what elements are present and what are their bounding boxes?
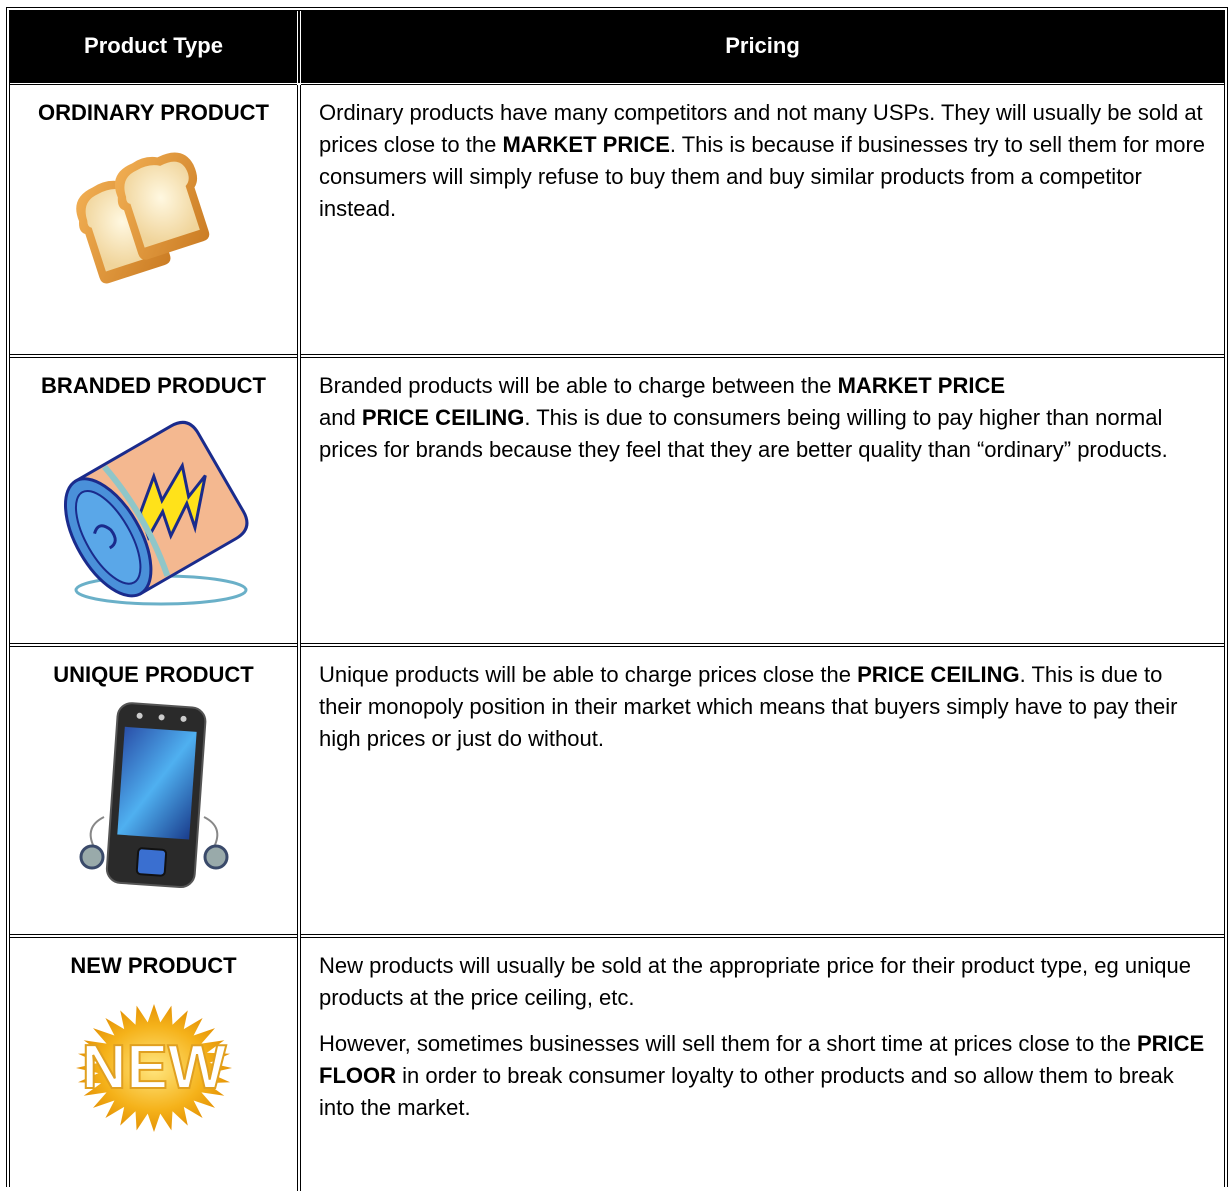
product-type-cell: BRANDED PRODUCT bbox=[10, 354, 301, 645]
pricing-paragraph: Unique products will be able to charge p… bbox=[319, 659, 1206, 755]
product-type-cell: ORDINARY PRODUCT bbox=[10, 81, 301, 356]
pricing-paragraph: However, sometimes businesses will sell … bbox=[319, 1028, 1206, 1124]
energy-can-icon bbox=[63, 420, 248, 606]
bread-icon bbox=[75, 152, 209, 284]
header-pricing: Pricing bbox=[299, 11, 1224, 83]
table-row: BRANDED PRODUCT Branded products will be… bbox=[10, 354, 1224, 645]
bold-term: MARKET PRICE bbox=[502, 132, 670, 157]
bold-term: MARKET PRICE bbox=[837, 373, 1006, 398]
text-span: and bbox=[319, 405, 362, 430]
header-product-type: Product Type bbox=[10, 11, 301, 83]
bold-term: PRICE CEILING bbox=[857, 662, 1020, 687]
pricing-paragraph: New products will usually be sold at the… bbox=[319, 953, 1191, 1010]
table-header-row: Product Type Pricing bbox=[10, 11, 1224, 83]
table-row: UNIQUE PRODUCT Unique products will be a… bbox=[10, 643, 1224, 936]
pricing-table-container: Product Type Pricing ORDINARY PRODUCT Or… bbox=[6, 7, 1228, 1191]
product-type-cell: NEW PRODUCT NEW bbox=[10, 934, 301, 1191]
table-row: ORDINARY PRODUCT Ordinary products have … bbox=[10, 81, 1224, 356]
pricing-paragraph: Branded products will be able to charge … bbox=[319, 370, 1206, 466]
product-type-cell: UNIQUE PRODUCT bbox=[10, 643, 301, 936]
svg-text:NEW: NEW bbox=[81, 1033, 226, 1102]
pricing-description: Ordinary products have many competitors … bbox=[299, 81, 1224, 356]
smartphone-icon bbox=[79, 702, 228, 889]
product-type-name: UNIQUE PRODUCT bbox=[53, 662, 254, 687]
table-row: NEW PRODUCT NEW New products will usuall… bbox=[10, 934, 1224, 1191]
new-starburst-icon: NEW bbox=[75, 1004, 232, 1132]
product-type-name: ORDINARY PRODUCT bbox=[37, 100, 269, 125]
pricing-paragraph: Ordinary products have many competitors … bbox=[319, 97, 1206, 225]
pricing-description: Branded products will be able to charge … bbox=[299, 354, 1224, 645]
text-span: However, sometimes businesses will sell … bbox=[319, 1031, 1137, 1056]
text-span: in order to break consumer loyalty to ot… bbox=[319, 1063, 1174, 1120]
text-span: Branded products will be able to charge … bbox=[319, 373, 838, 398]
pricing-description: Unique products will be able to charge p… bbox=[299, 643, 1224, 936]
product-type-name: NEW PRODUCT bbox=[70, 953, 237, 978]
bold-term: PRICE CEILING bbox=[361, 405, 525, 430]
text-span: Unique products will be able to charge p… bbox=[319, 662, 858, 687]
product-type-name: BRANDED PRODUCT bbox=[41, 373, 266, 398]
pricing-description: New products will usually be sold at the… bbox=[299, 934, 1224, 1191]
pricing-table: Product Type Pricing ORDINARY PRODUCT Or… bbox=[10, 11, 1224, 1191]
